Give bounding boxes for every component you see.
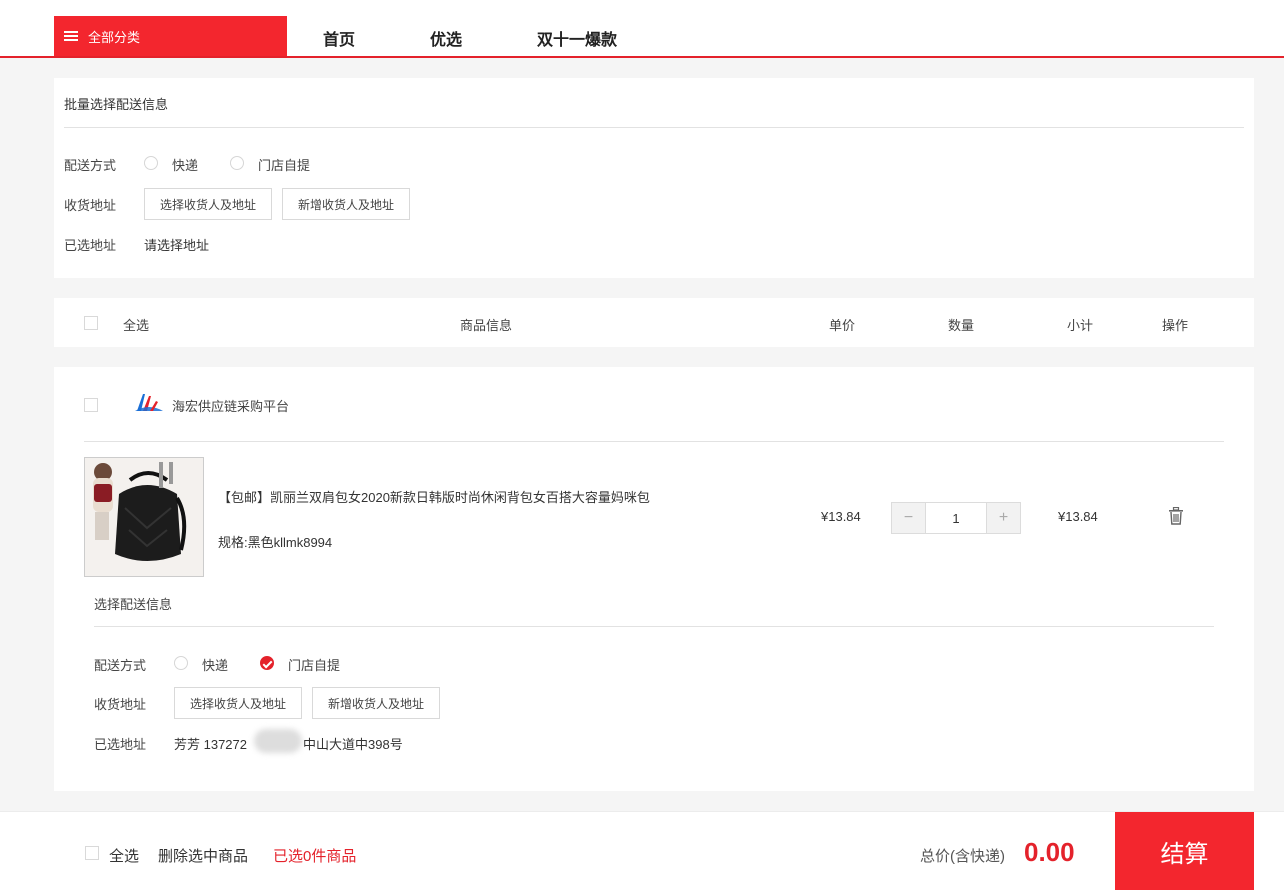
product-title[interactable]: 【包邮】凯丽兰双肩包女2020新款日韩版时尚休闲背包女百搭大容量妈咪包 (218, 487, 650, 506)
batch-radio-pickup[interactable] (230, 156, 244, 170)
top-nav: 全部分类 首页 优选 双十一爆款 (0, 0, 1284, 58)
item-radio-express[interactable] (174, 656, 188, 670)
select-address-button[interactable]: 选择收货人及地址 (144, 188, 272, 220)
footer-select-all-checkbox[interactable] (85, 846, 99, 860)
checkout-button[interactable]: 结算 (1115, 812, 1254, 890)
selected-address-label: 已选地址 (64, 238, 117, 253)
batch-radio-express[interactable] (144, 156, 158, 170)
store-name[interactable]: 海宏供应链采购平台 (172, 396, 289, 415)
item-option-express[interactable]: 快递 (202, 655, 228, 674)
all-categories-label: 全部分类 (88, 29, 141, 45)
store-checkbox[interactable] (84, 398, 98, 412)
batch-delivery-panel: 批量选择配送信息 配送方式 快递 门店自提 收货地址 选择收货人及地址 新增收货… (54, 78, 1254, 278)
batch-delivery-title: 批量选择配送信息 (64, 97, 169, 112)
divider (84, 441, 1224, 442)
store-block: 海宏供应链采购平台 【包邮】凯丽兰双肩包女2020新款日韩版时尚休闲背包女百搭大… (54, 367, 1254, 791)
batch-option-pickup[interactable]: 门店自提 (258, 155, 310, 174)
divider (64, 127, 1244, 128)
product-image[interactable] (84, 457, 204, 577)
item-add-address-button[interactable]: 新增收货人及地址 (312, 687, 440, 719)
quantity-stepper: − 1 + (891, 502, 1021, 534)
item-delivery-method-label: 配送方式 (94, 658, 147, 673)
select-all-label[interactable]: 全选 (123, 315, 149, 334)
nav-home[interactable]: 首页 (323, 26, 355, 50)
redacted-phone (254, 729, 302, 753)
footer-select-all-label[interactable]: 全选 (109, 845, 139, 866)
backpack-image (85, 458, 203, 576)
col-product-info: 商品信息 (460, 318, 513, 333)
product-spec: 规格:黑色kllmk8994 (218, 535, 333, 550)
item-radio-pickup[interactable] (260, 656, 274, 670)
delivery-method-label: 配送方式 (64, 158, 117, 173)
col-subtotal: 小计 (1067, 318, 1094, 333)
item-address-label: 收货地址 (94, 697, 147, 712)
nav-featured[interactable]: 优选 (430, 26, 462, 50)
increment-button[interactable]: + (987, 503, 1020, 533)
nav-double11[interactable]: 双十一爆款 (537, 26, 617, 50)
item-selected-address-label: 已选地址 (94, 737, 147, 752)
batch-option-express[interactable]: 快递 (172, 155, 198, 174)
add-address-button[interactable]: 新增收货人及地址 (282, 188, 410, 220)
subtotal: ¥13.84 (1058, 509, 1098, 524)
delete-selected-button[interactable]: 删除选中商品 (158, 845, 248, 866)
col-unit-price: 单价 (829, 318, 856, 333)
total-value: 0.00 (1024, 837, 1075, 867)
item-option-pickup[interactable]: 门店自提 (288, 655, 340, 674)
divider (94, 626, 1214, 627)
total-label: 总价(含快递) (920, 848, 1005, 865)
quantity-input[interactable]: 1 (925, 503, 987, 533)
selected-count: 已选0件商品 (273, 848, 357, 865)
item-selected-address: 中山大道中398号 (303, 737, 403, 752)
decrement-button[interactable]: − (892, 503, 925, 533)
cart-footer: 全选 删除选中商品 已选0件商品 总价(含快递) 0.00 结算 (0, 811, 1284, 896)
unit-price: ¥13.84 (821, 509, 861, 524)
all-categories-button[interactable]: 全部分类 (54, 16, 287, 56)
trash-icon[interactable] (1168, 507, 1184, 525)
list-icon (64, 31, 78, 41)
address-label: 收货地址 (64, 198, 117, 213)
item-selected-name-phone: 芳芳 137272 (174, 737, 247, 752)
item-select-address-button[interactable]: 选择收货人及地址 (174, 687, 302, 719)
col-actions: 操作 (1162, 318, 1189, 333)
item-delivery-title: 选择配送信息 (94, 597, 173, 612)
store-logo-icon (135, 394, 163, 411)
selected-address-value: 请选择地址 (144, 238, 210, 253)
select-all-checkbox[interactable] (84, 316, 98, 330)
cart-header: 全选 商品信息 单价 数量 小计 操作 (54, 298, 1254, 347)
col-quantity: 数量 (948, 318, 975, 333)
